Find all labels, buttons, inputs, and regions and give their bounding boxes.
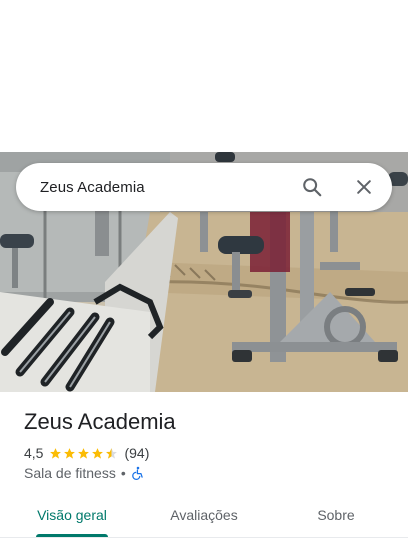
star-icon (64, 447, 76, 459)
search-button[interactable] (292, 167, 332, 207)
search-input[interactable]: Zeus Academia (16, 179, 292, 196)
rating-row[interactable]: 4,5 (94) (24, 445, 149, 461)
star-icon (50, 447, 62, 459)
tab-overview[interactable]: Visão geral (20, 494, 124, 536)
separator-dot: • (120, 465, 126, 481)
search-icon (303, 178, 322, 197)
close-icon (357, 180, 371, 194)
tab-reviews[interactable]: Avaliações (152, 494, 256, 536)
place-category: Sala de fitness (24, 465, 116, 481)
rating-value: 4,5 (24, 445, 44, 461)
tab-about[interactable]: Sobre (284, 494, 388, 536)
search-bar[interactable]: Zeus Academia (16, 163, 392, 211)
place-page: Zeus Academia Zeus Academia 4,5 (94) Sal… (0, 0, 408, 544)
star-icon (92, 447, 104, 459)
close-button[interactable] (344, 167, 384, 207)
review-count[interactable]: (94) (124, 445, 149, 461)
half-star-icon (106, 447, 118, 459)
star-icon (78, 447, 90, 459)
place-tabs: Visão geral Avaliações Sobre (0, 494, 408, 538)
place-title: Zeus Academia (24, 409, 176, 434)
category-row: Sala de fitness • (24, 465, 145, 481)
tabs-divider (0, 537, 408, 538)
wheelchair-icon (131, 466, 143, 480)
rating-stars (49, 447, 119, 460)
